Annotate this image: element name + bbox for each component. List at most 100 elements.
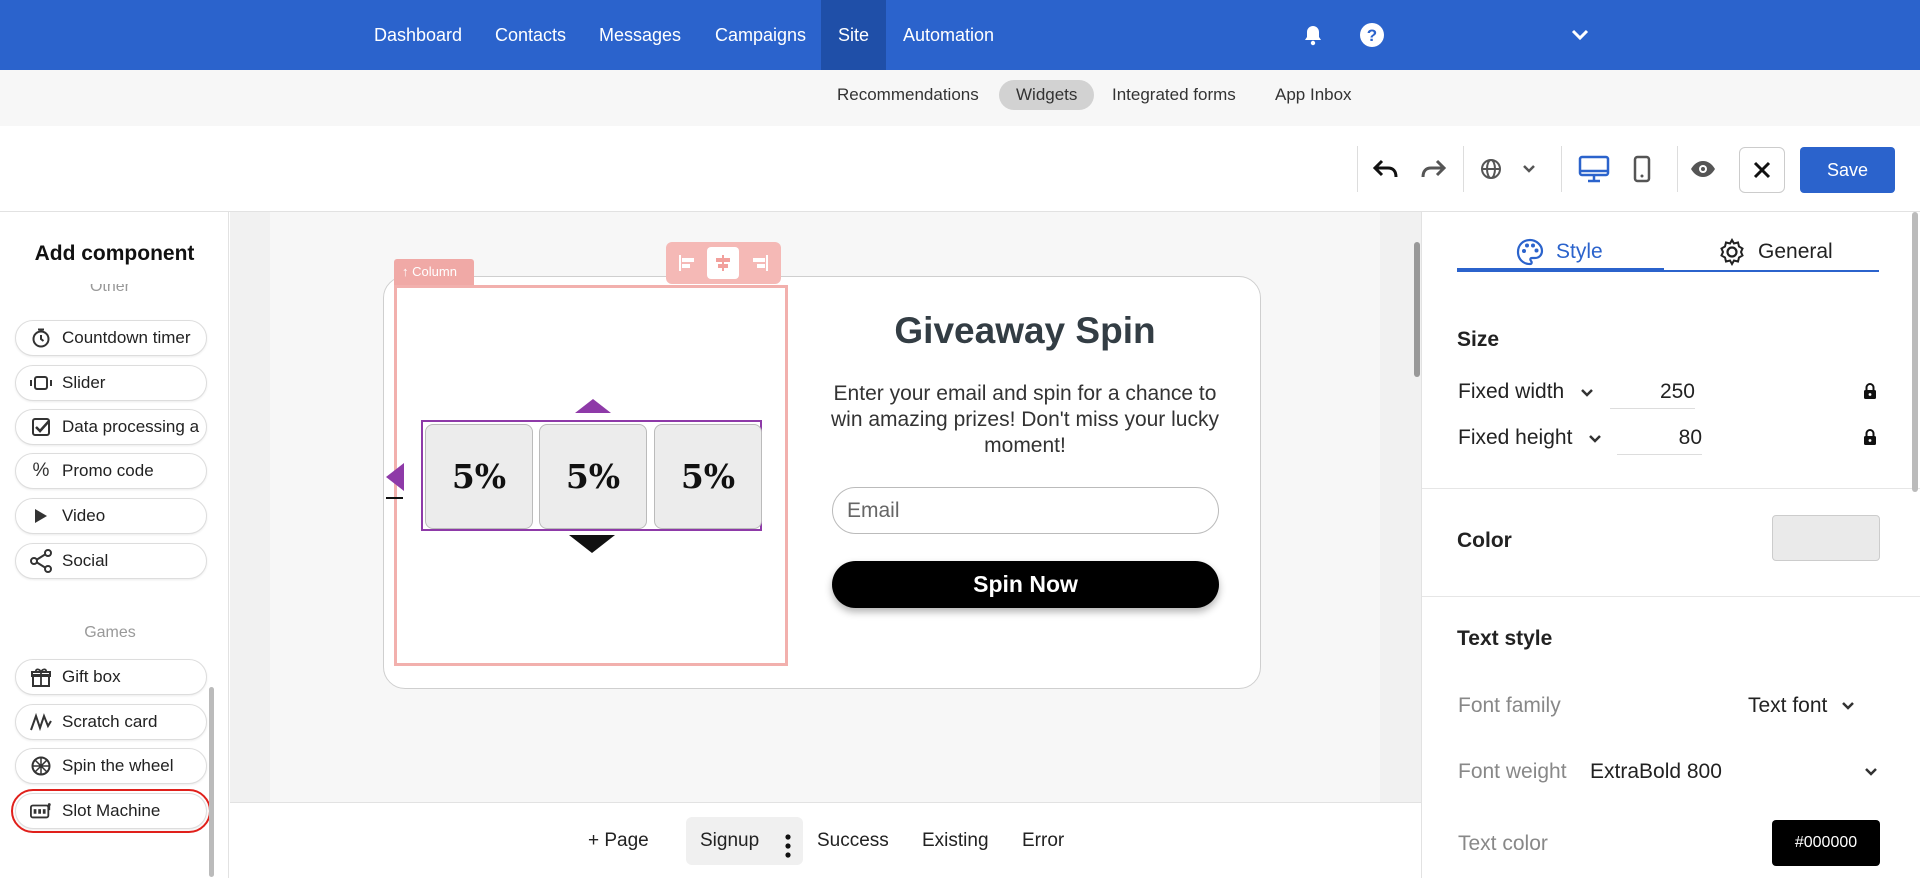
language-chevron-down-icon[interactable]: [1512, 152, 1546, 186]
gear-icon: [1718, 238, 1746, 266]
bell-icon[interactable]: [1298, 20, 1328, 50]
spin-now-button[interactable]: Spin Now: [832, 561, 1219, 608]
font-weight-value: ExtraBold 800: [1590, 760, 1722, 783]
section-label-other: Other: [0, 284, 220, 298]
subnav-recommendations[interactable]: Recommendations: [820, 80, 996, 110]
gift-icon: [30, 666, 52, 688]
lock-icon[interactable]: [1863, 428, 1877, 451]
subnav-widgets[interactable]: Widgets: [999, 80, 1095, 110]
nav-messages[interactable]: Messages: [582, 0, 698, 70]
component-spin-the-wheel[interactable]: Spin the wheel: [15, 748, 207, 784]
component-label: Countdown timer: [62, 328, 191, 347]
width-mode-select[interactable]: Fixed width: [1458, 380, 1594, 404]
arrow-left-icon: [386, 463, 404, 491]
nav-site[interactable]: Site: [821, 0, 887, 70]
chevron-down-icon: [1864, 767, 1878, 777]
canvas-scrollbar[interactable]: [1414, 242, 1420, 377]
component-label: Data processing a: [62, 417, 200, 436]
component-label: Slider: [62, 373, 106, 392]
save-button[interactable]: Save: [1800, 147, 1895, 193]
width-input[interactable]: 250: [1610, 380, 1695, 409]
component-countdown-timer[interactable]: Countdown timer: [15, 320, 207, 356]
component-video[interactable]: Video: [15, 498, 207, 534]
section-label-other-text: Other: [89, 284, 130, 295]
chevron-down-icon: [1841, 701, 1855, 711]
svg-text:?: ?: [1367, 26, 1377, 45]
panel-scrollbar[interactable]: [1912, 212, 1918, 492]
page-tab-success[interactable]: Success: [803, 817, 903, 865]
globe-icon[interactable]: [1474, 152, 1508, 186]
reel-3: 5%: [654, 424, 762, 529]
nav-campaigns[interactable]: Campaigns: [698, 0, 823, 70]
email-field[interactable]: Email: [832, 487, 1219, 534]
help-icon[interactable]: ?: [1357, 20, 1387, 50]
height-mode-label: Fixed height: [1458, 426, 1573, 449]
scratch-icon: [30, 711, 52, 733]
popup-title[interactable]: Giveaway Spin: [830, 310, 1220, 352]
tab-style[interactable]: Style: [1516, 234, 1603, 270]
page-tab-existing[interactable]: Existing: [908, 817, 1003, 865]
panel-scrollbar[interactable]: [209, 687, 214, 877]
arrow-up-icon: [575, 399, 611, 413]
reel-2: 5%: [539, 424, 647, 529]
popup-description[interactable]: Enter your email and spin for a chance t…: [830, 381, 1220, 459]
align-right-icon[interactable]: [743, 247, 775, 279]
toolbar-divider: [1561, 146, 1562, 192]
desktop-icon[interactable]: [1577, 152, 1611, 186]
font-family-select[interactable]: Text font: [1748, 694, 1855, 718]
component-scratch-card[interactable]: Scratch card: [15, 704, 207, 740]
component-label: Social: [62, 551, 109, 570]
palette-icon: [1516, 238, 1544, 266]
nav-contacts[interactable]: Contacts: [478, 0, 583, 70]
component-label: Slot Machine: [62, 801, 161, 820]
add-page-button[interactable]: + Page: [574, 817, 663, 865]
chevron-down-icon: [1580, 388, 1594, 398]
tab-general[interactable]: General: [1718, 234, 1833, 270]
align-left-icon[interactable]: [672, 247, 704, 279]
slot-machine-reels[interactable]: 5% 5% 5%: [421, 420, 762, 531]
nav-dashboard[interactable]: Dashboard: [357, 0, 479, 70]
more-vertical-icon[interactable]: [785, 829, 791, 877]
undo-icon[interactable]: [1369, 152, 1403, 186]
preview-icon[interactable]: [1686, 152, 1720, 186]
editor-toolbar: Save: [0, 126, 1920, 212]
component-promo-code[interactable]: % Promo code: [15, 453, 207, 489]
font-family-label: Font family: [1458, 694, 1561, 717]
height-input[interactable]: 80: [1617, 426, 1702, 455]
component-data-processing[interactable]: Data processing a: [15, 409, 207, 445]
component-label: Video: [62, 506, 106, 525]
mobile-icon[interactable]: [1625, 152, 1659, 186]
component-label: Spin the wheel: [62, 756, 174, 775]
text-style-heading: Text style: [1457, 627, 1553, 650]
page-tab-error[interactable]: Error: [1008, 817, 1078, 865]
tab-general-label: General: [1758, 240, 1833, 263]
lock-icon[interactable]: [1863, 382, 1877, 405]
toolbar-divider: [1677, 146, 1678, 192]
component-slot-machine[interactable]: Slot Machine: [11, 789, 211, 833]
slider-icon: [30, 372, 52, 394]
page-tab-signup[interactable]: Signup: [686, 817, 804, 865]
component-label: Promo code: [62, 461, 154, 480]
font-family-value: Text font: [1748, 694, 1828, 717]
chevron-down-icon[interactable]: [1565, 20, 1595, 50]
column-tag[interactable]: ↑ Column: [394, 259, 474, 285]
font-weight-select[interactable]: ExtraBold 800: [1590, 760, 1878, 784]
component-slider[interactable]: Slider: [15, 365, 207, 401]
toolbar-divider: [1357, 146, 1358, 192]
redo-icon[interactable]: [1416, 152, 1450, 186]
subnav-app-inbox[interactable]: App Inbox: [1258, 80, 1369, 110]
text-color-swatch[interactable]: #000000: [1772, 820, 1880, 866]
checkbox-icon: [30, 416, 52, 438]
subnav-integrated-forms[interactable]: Integrated forms: [1095, 80, 1253, 110]
height-mode-select[interactable]: Fixed height: [1458, 426, 1602, 450]
nav-automation[interactable]: Automation: [886, 0, 1011, 70]
component-social[interactable]: Social: [15, 543, 207, 579]
section-divider: [1422, 596, 1920, 597]
sub-navigation: Recommendations Widgets Integrated forms…: [0, 70, 1920, 126]
column-arrow-icon: ↑: [402, 264, 409, 279]
reel-1: 5%: [425, 424, 533, 529]
component-gift-box[interactable]: Gift box: [15, 659, 207, 695]
align-center-icon[interactable]: [707, 247, 740, 279]
color-swatch[interactable]: [1772, 515, 1880, 561]
close-button[interactable]: [1739, 147, 1785, 193]
